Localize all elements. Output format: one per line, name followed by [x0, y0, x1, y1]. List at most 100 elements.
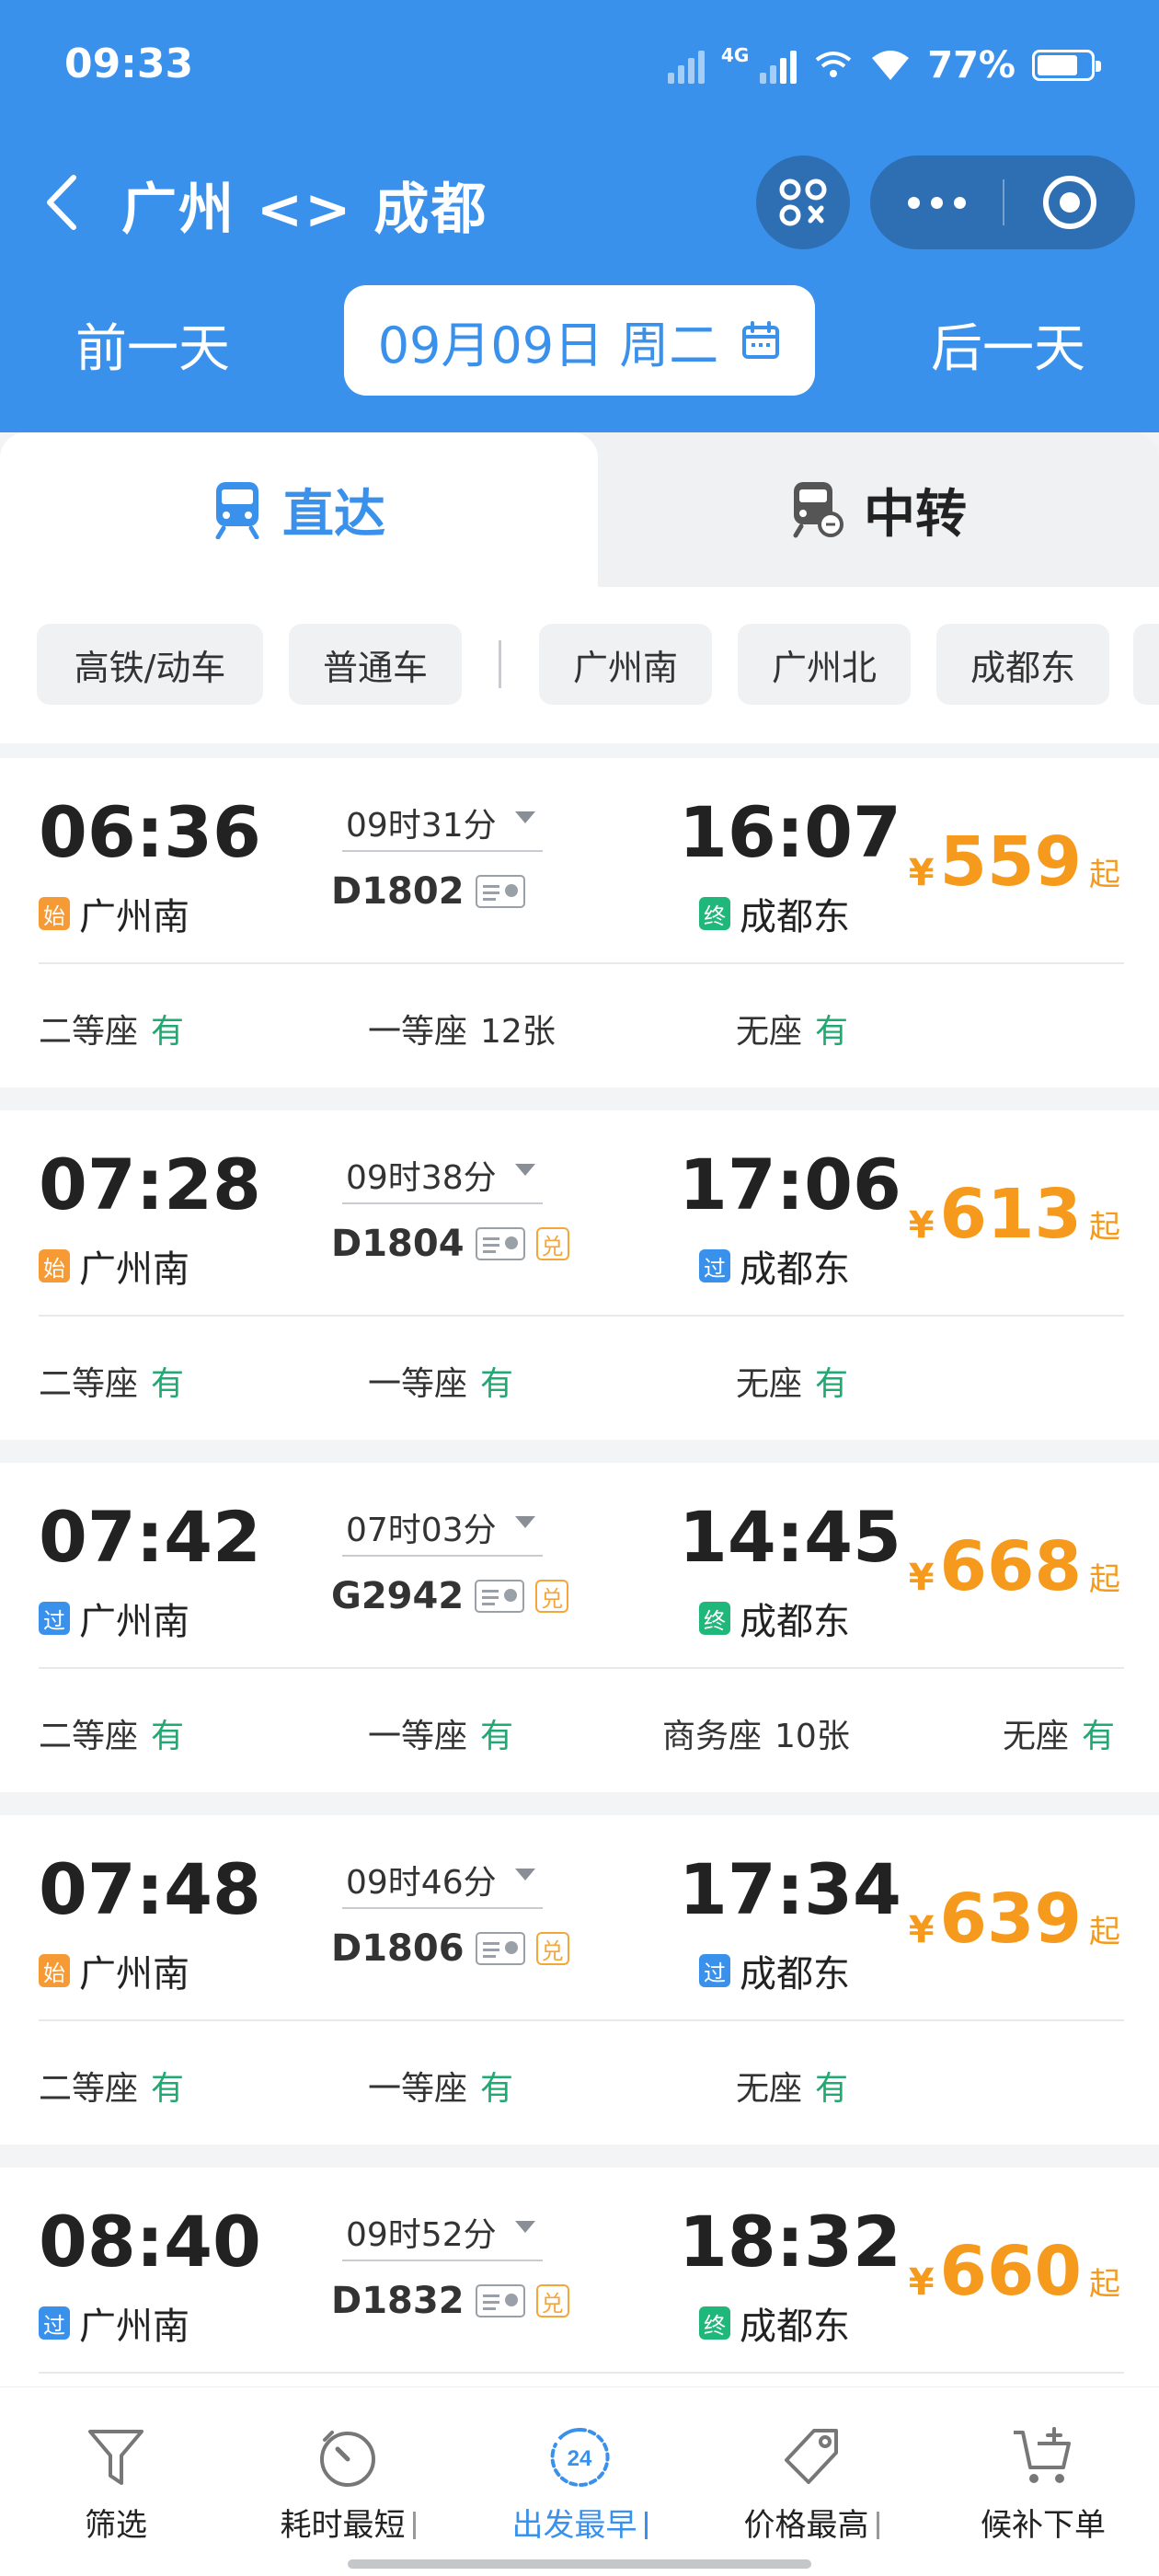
prev-day-button[interactable]: 前一天	[75, 307, 230, 382]
station-type-badge: 始	[39, 1249, 70, 1282]
scan-button[interactable]	[756, 155, 850, 249]
chip-more-partial[interactable]	[1133, 624, 1159, 705]
arrival-station: 过成都东	[699, 1944, 850, 1997]
chip-regular-train[interactable]: 普通车	[289, 624, 462, 705]
arrival-station: 终成都东	[699, 2296, 850, 2350]
chip-station-guangzhou-north[interactable]: 广州北	[738, 624, 911, 705]
seat-availability: 无座有	[736, 2062, 848, 2110]
id-card-icon	[475, 875, 525, 908]
station-type-badge: 过	[39, 2306, 70, 2340]
currency-symbol: ¥	[908, 1909, 935, 1951]
train-card[interactable]: 07:42 过广州南 07时03分 G2942 兑 14:45 终成都东 ¥668 起二等座有一…	[0, 1463, 1159, 1792]
more-icon[interactable]	[870, 155, 1003, 249]
sort-price-text: 价格最高	[743, 2507, 869, 2544]
filter-button[interactable]: 筛选	[0, 2387, 232, 2576]
arrival-station-name: 成都东	[740, 2306, 850, 2348]
stops-dropdown-icon[interactable]	[515, 1516, 535, 1528]
arrival-time: 18:32	[679, 2201, 901, 2283]
price: ¥613 起	[909, 1175, 1120, 1254]
sort-indicator-icon	[412, 2512, 416, 2539]
price: ¥639 起	[909, 1880, 1120, 1959]
seat-type: 无座	[736, 1013, 803, 1051]
filter-icon	[88, 2430, 143, 2485]
train-number-text: D1806	[331, 1927, 465, 1970]
train-number: D1802	[331, 870, 525, 913]
station-type-badge: 始	[39, 1954, 70, 1987]
battery-percent: 77%	[927, 44, 1016, 86]
stops-dropdown-icon[interactable]	[515, 811, 535, 823]
seat-status: 有	[480, 2070, 514, 2108]
back-icon[interactable]	[37, 172, 92, 233]
departure-station-name: 广州南	[79, 1953, 189, 1995]
price: ¥559 起	[909, 822, 1120, 902]
trip-duration: 09时38分	[346, 1159, 497, 1197]
chip-high-speed[interactable]: 高铁/动车	[37, 624, 263, 705]
filter-chips: 高铁/动车 普通车 广州南 广州北 成都东	[0, 587, 1159, 743]
train-card[interactable]: 07:28 始广州南 09时38分 D1804 兑 17:06 过成都东 ¥613 起二等座有一…	[0, 1110, 1159, 1440]
seat-status: 有	[815, 1013, 849, 1051]
currency-symbol: ¥	[908, 852, 935, 894]
seat-availability: 二等座有	[39, 2062, 184, 2110]
train-card[interactable]: 06:36 始广州南 09时31分 D1802 16:07 终成都东 ¥559 起二等座有一等…	[0, 758, 1159, 1087]
signal-icon	[760, 47, 798, 84]
seat-availability: 二等座有	[39, 1005, 184, 1052]
departure-station: 过广州南	[39, 1592, 189, 1645]
close-miniprogram-icon[interactable]	[1004, 155, 1135, 249]
arrival-station: 过成都东	[699, 1239, 850, 1293]
seat-status: 有	[151, 1365, 185, 1403]
train-number: D1806 兑	[331, 1927, 569, 1970]
train-list: 06:36 始广州南 09时31分 D1802 16:07 终成都东 ¥559 起二等座有一等…	[0, 758, 1159, 2520]
seat-availability: 一等座有	[368, 1357, 513, 1405]
sort-shortest-button[interactable]: 耗时最短	[232, 2387, 464, 2576]
stops-dropdown-icon[interactable]	[515, 2221, 535, 2233]
seat-availability: 无座有	[736, 1357, 848, 1405]
nav-bar: 广州 <> 成都	[0, 152, 1159, 253]
date-picker[interactable]: 09月09日 周二	[344, 285, 815, 396]
stops-dropdown-icon[interactable]	[515, 1869, 535, 1880]
duration-line	[342, 1555, 543, 1557]
duration-line	[342, 1907, 543, 1909]
train-number: D1804 兑	[331, 1223, 569, 1265]
arrival-station-name: 成都东	[740, 896, 850, 938]
departure-time: 06:36	[39, 791, 261, 873]
train-number-text: D1802	[331, 870, 465, 913]
arrival-station: 终成都东	[699, 887, 850, 940]
price-amount: 668	[939, 1527, 1082, 1606]
waitlist-order-label: 候补下单	[981, 2507, 1106, 2544]
departure-time: 07:28	[39, 1144, 261, 1225]
train-card[interactable]: 07:48 始广州南 09时46分 D1806 兑 17:34 过成都东 ¥639 起二等座有一…	[0, 1815, 1159, 2145]
exchange-badge-icon: 兑	[535, 1580, 569, 1613]
next-day-button[interactable]: 后一天	[931, 307, 1085, 382]
station-type-badge: 过	[39, 1602, 70, 1635]
arrival-station-name: 成都东	[740, 1248, 850, 1291]
seat-status: 有	[1082, 1718, 1116, 1755]
chip-station-guangzhou-south[interactable]: 广州南	[539, 624, 712, 705]
chip-station-chengdu-east[interactable]: 成都东	[936, 624, 1109, 705]
departure-station: 始广州南	[39, 1944, 189, 1997]
seat-availability: 商务座 10张	[662, 1709, 850, 1757]
seat-status: 有	[151, 1718, 185, 1755]
sort-price-button[interactable]: 价格最高	[695, 2387, 927, 2576]
price-amount: 639	[939, 1880, 1082, 1959]
tab-direct[interactable]: 直达	[0, 432, 598, 587]
station-type-badge: 过	[699, 1249, 730, 1282]
sort-earliest-button[interactable]: 24 出发最早	[464, 2387, 695, 2576]
stops-dropdown-icon[interactable]	[515, 1164, 535, 1176]
seat-status: 有	[480, 1718, 514, 1755]
price-suffix: 起	[1089, 1209, 1120, 1246]
seat-type: 二等座	[39, 1013, 139, 1051]
seat-type: 无座	[736, 1365, 803, 1403]
price-suffix: 起	[1089, 1914, 1120, 1950]
card-divider	[39, 2019, 1124, 2021]
sort-earliest-text: 出发最早	[511, 2507, 637, 2544]
seat-status: 有	[151, 2070, 185, 2108]
seat-status: 有	[815, 2070, 849, 2108]
seat-type: 一等座	[368, 1365, 468, 1403]
waitlist-order-button[interactable]: 候补下单	[927, 2387, 1159, 2576]
exchange-badge-icon: 兑	[535, 1932, 569, 1965]
home-indicator[interactable]	[348, 2559, 811, 2569]
date-bar: 前一天 09月09日 周二 后一天	[0, 285, 1159, 396]
battery-level	[1038, 55, 1078, 75]
duration-line	[342, 1202, 543, 1204]
tab-transfer[interactable]: 中转	[598, 432, 1159, 587]
